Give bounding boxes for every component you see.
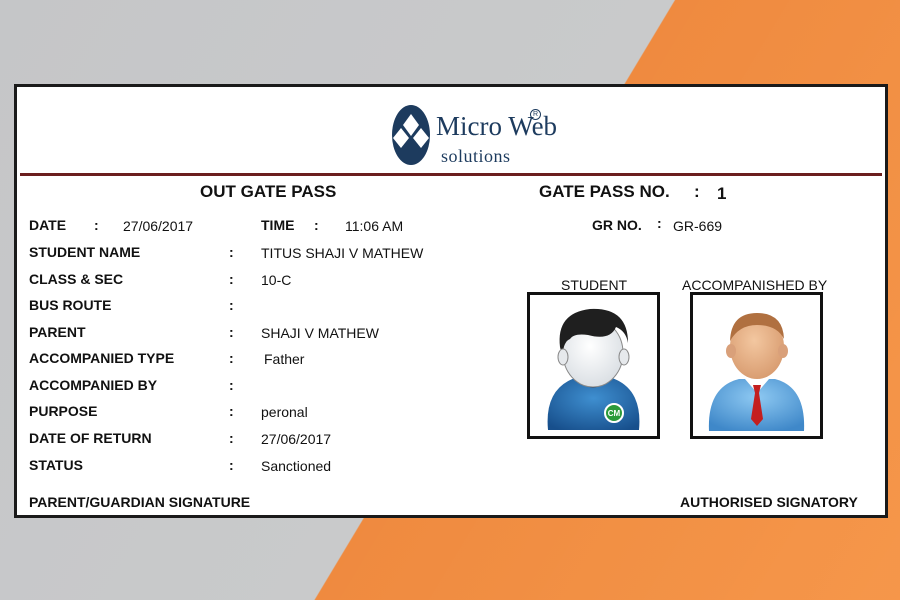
time-value: 11:06 AM <box>345 218 404 234</box>
accompanied-type-label: ACCOMPANIED TYPE <box>29 350 175 366</box>
class-sec-value: 10-C <box>261 272 292 288</box>
date-colon: : <box>94 217 99 233</box>
parent-colon: : <box>229 324 234 340</box>
accompanied-type-colon: : <box>229 350 234 366</box>
student-name-colon: : <box>229 244 234 260</box>
accompanied-type-value: Father <box>264 351 305 367</box>
guardian-signature-label: PARENT/GUARDIAN SIGNATURE <box>29 494 251 510</box>
brand-subtitle: solutions <box>441 146 511 166</box>
status-colon: : <box>229 457 234 473</box>
date-of-return-value: 27/06/2017 <box>261 431 332 447</box>
accompanied-by-label: ACCOMPANIED BY <box>29 377 158 393</box>
student-name-label: STUDENT NAME <box>29 244 141 260</box>
registered-mark: R <box>530 109 541 120</box>
gr-number-label: GR NO. <box>592 217 642 233</box>
bus-route-label: BUS ROUTE <box>29 297 112 313</box>
accompanied-photo-label: ACCOMPANISHED BY <box>682 277 828 293</box>
man-avatar-icon <box>708 313 805 431</box>
pass-header: Micro Web R solutions <box>20 90 882 176</box>
purpose-value: peronal <box>261 404 308 420</box>
parent-label: PARENT <box>29 324 86 340</box>
accompanied-by-colon: : <box>229 377 234 393</box>
student-avatar-icon: CM <box>547 308 640 430</box>
student-photo-frame: CM <box>527 292 660 439</box>
class-sec-colon: : <box>229 271 234 287</box>
purpose-colon: : <box>229 403 234 419</box>
gr-number-colon: : <box>657 215 662 231</box>
authorised-signatory-label: AUTHORISED SIGNATORY <box>680 494 858 510</box>
status-label: STATUS <box>29 457 83 473</box>
date-label: DATE <box>29 217 67 233</box>
status-value: Sanctioned <box>261 458 332 474</box>
purpose-label: PURPOSE <box>29 403 98 419</box>
bus-route-colon: : <box>229 297 234 313</box>
badge-text: CM <box>608 409 621 418</box>
microweb-logo-icon <box>392 105 430 165</box>
parent-value: SHAJI V MATHEW <box>261 325 379 341</box>
time-label: TIME <box>261 217 295 233</box>
date-of-return-label: DATE OF RETURN <box>29 430 152 446</box>
student-name-value: TITUS SHAJI V MATHEW <box>261 245 424 261</box>
gr-number-value: GR-669 <box>673 218 723 234</box>
pass-number-colon: : <box>694 182 700 201</box>
pass-number-value: 1 <box>717 184 727 203</box>
date-of-return-colon: : <box>229 430 234 446</box>
pass-title: OUT GATE PASS <box>200 182 337 201</box>
student-photo-label: STUDENT <box>561 277 628 293</box>
accompanied-photo-frame <box>690 292 823 439</box>
pass-number-label: GATE PASS NO. <box>539 182 670 201</box>
time-colon: : <box>314 217 319 233</box>
class-sec-label: CLASS & SEC <box>29 271 124 287</box>
gate-pass-card: Micro Web R solutions OUT GATE PASS GATE… <box>14 84 888 518</box>
date-value: 27/06/2017 <box>123 218 194 234</box>
